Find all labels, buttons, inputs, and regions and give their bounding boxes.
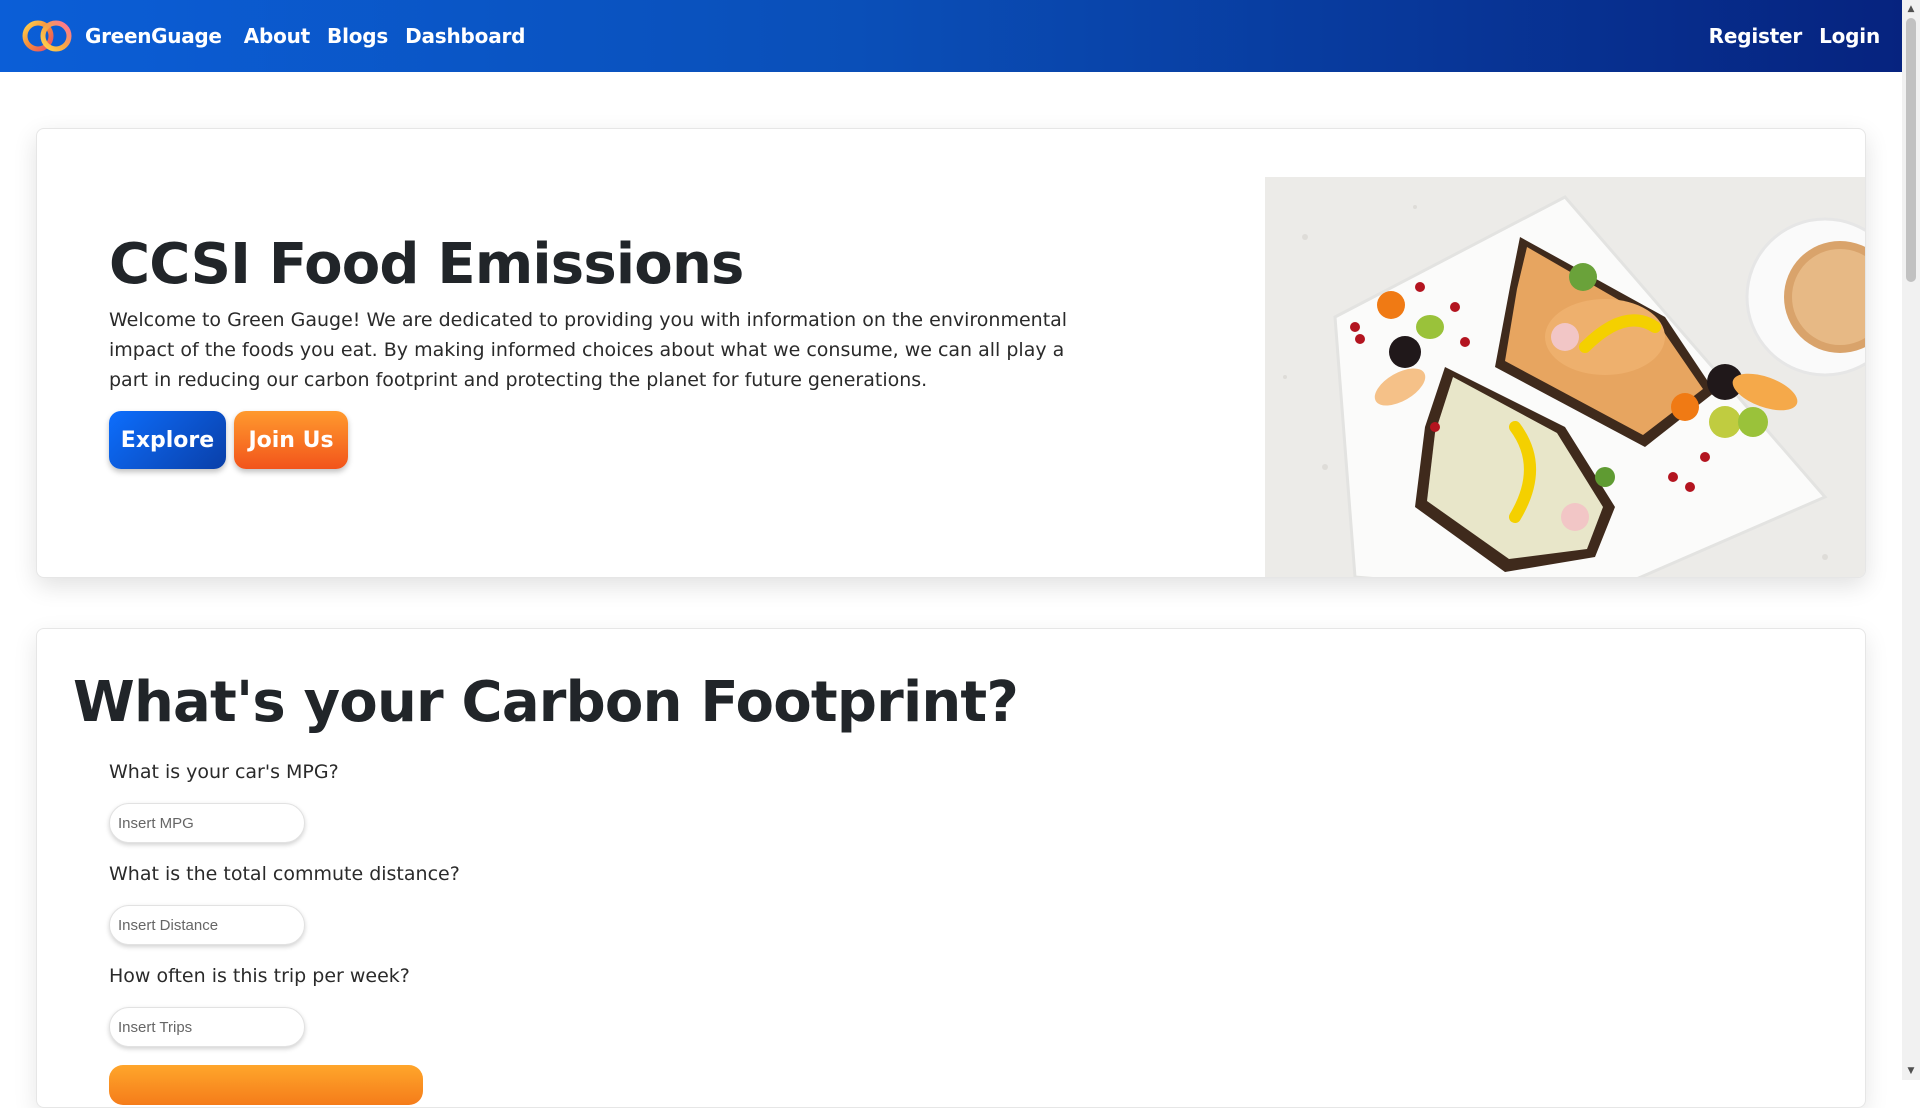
navbar: GreenGuage About Blogs Dashboard Registe…: [0, 0, 1902, 72]
nav-links: About Blogs Dashboard: [244, 24, 526, 48]
trips-per-week-input[interactable]: [109, 1007, 305, 1047]
hero-card: CCSI Food Emissions Welcome to Green Gau…: [36, 128, 1866, 578]
hero-title: CCSI Food Emissions: [109, 232, 744, 297]
calculate-button[interactable]: [109, 1065, 423, 1105]
join-us-button[interactable]: Join Us: [234, 411, 348, 469]
food-toast-image: [1265, 177, 1865, 577]
commute-distance-label: What is the total commute distance?: [109, 863, 460, 885]
nav-link-register[interactable]: Register: [1709, 24, 1803, 48]
brand-link[interactable]: GreenGuage: [20, 17, 222, 55]
brand-name: GreenGuage: [85, 24, 222, 48]
scroll-up-arrow-icon[interactable]: ▲: [1902, 0, 1920, 18]
page-scrollbar[interactable]: ▲ ▼: [1902, 0, 1920, 1080]
nav-link-dashboard[interactable]: Dashboard: [405, 24, 525, 48]
food-plate-illustration: [1265, 177, 1865, 577]
nav-auth-links: Register Login: [1709, 24, 1882, 48]
carbon-footprint-card: What's your Carbon Footprint? What is yo…: [36, 628, 1866, 1108]
scroll-down-arrow-icon[interactable]: ▼: [1902, 1062, 1920, 1080]
trips-per-week-label: How often is this trip per week?: [109, 965, 410, 987]
mpg-input[interactable]: [109, 803, 305, 843]
commute-distance-input[interactable]: [109, 905, 305, 945]
mpg-label: What is your car's MPG?: [109, 761, 339, 783]
hero-description: Welcome to Green Gauge! We are dedicated…: [109, 309, 1068, 391]
hero-buttons: Explore Join Us: [109, 411, 348, 469]
nav-link-login[interactable]: Login: [1819, 24, 1880, 48]
carbon-footprint-title: What's your Carbon Footprint?: [73, 670, 1019, 735]
greenguage-logo-icon: [22, 20, 72, 52]
explore-button[interactable]: Explore: [109, 411, 226, 469]
nav-link-about[interactable]: About: [244, 24, 311, 48]
nav-link-blogs[interactable]: Blogs: [327, 24, 388, 48]
scrollbar-thumb[interactable]: [1906, 18, 1916, 282]
